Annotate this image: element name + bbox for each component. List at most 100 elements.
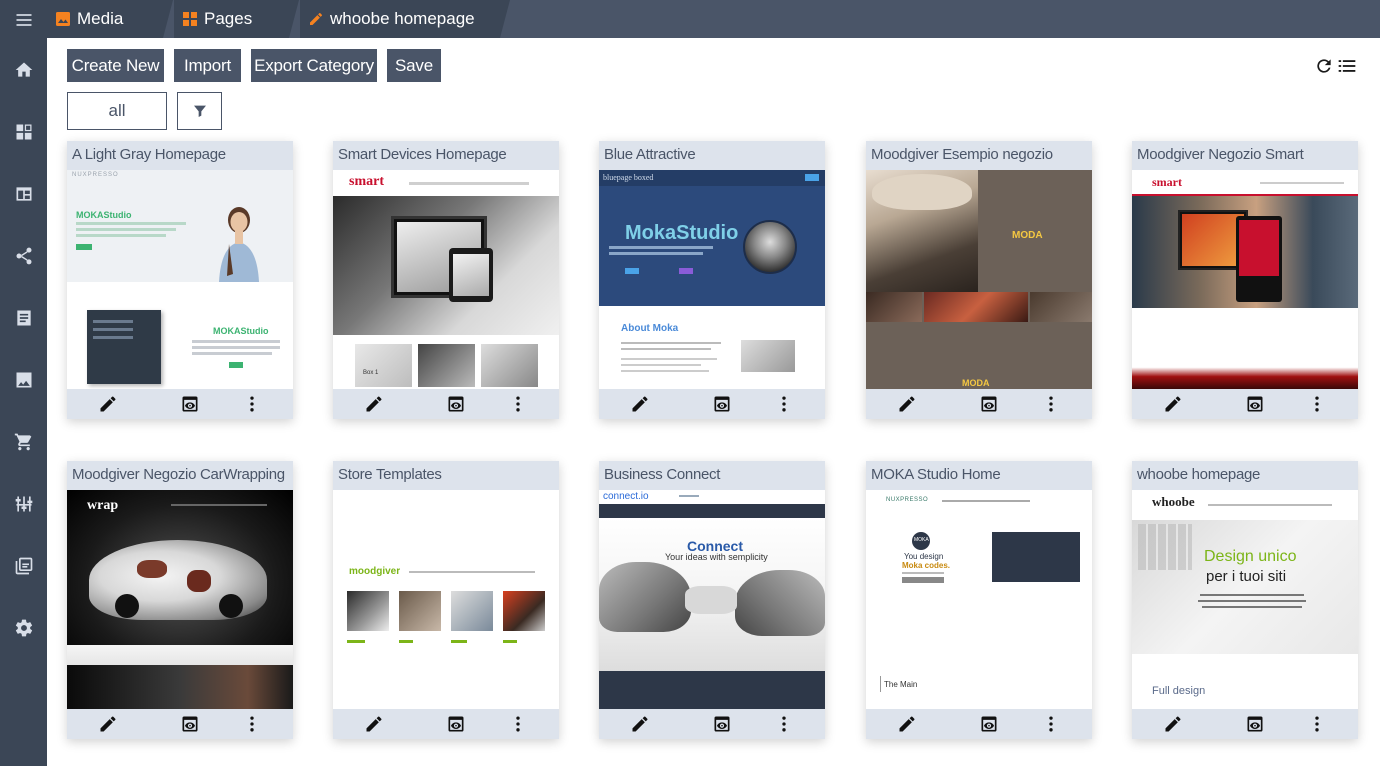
preview-icon[interactable]: [446, 394, 466, 414]
card-thumbnail[interactable]: smart: [1132, 170, 1358, 389]
more-vert-icon[interactable]: [508, 714, 528, 734]
share-icon[interactable]: [0, 236, 47, 276]
preview-icon[interactable]: [712, 714, 732, 734]
card-thumbnail[interactable]: moodgiver: [333, 490, 559, 709]
template-card[interactable]: Business Connect connect.io Connect Your…: [599, 461, 825, 739]
card-actions: [67, 389, 293, 419]
thumb-logo: bluepage boxed: [603, 173, 654, 182]
card-title: Store Templates: [333, 461, 559, 490]
image-icon[interactable]: [0, 360, 47, 400]
thumb-product: [451, 591, 493, 631]
thumb-logo: whoobe: [1152, 494, 1195, 509]
template-card[interactable]: Blue Attractive bluepage boxed MokaStudi…: [599, 141, 825, 419]
cart-icon[interactable]: [0, 422, 47, 462]
thumb-product: [355, 344, 412, 387]
refresh-icon[interactable]: [1314, 56, 1334, 76]
card-thumbnail[interactable]: wrap: [67, 490, 293, 709]
template-card[interactable]: Smart Devices Homepage smart Box 1: [333, 141, 559, 419]
preview-icon[interactable]: [979, 714, 999, 734]
thumb-text-line: [902, 572, 944, 574]
layout-icon[interactable]: [0, 174, 47, 214]
article-icon[interactable]: [0, 298, 47, 338]
preview-icon[interactable]: [1245, 394, 1265, 414]
more-vert-icon[interactable]: [242, 394, 262, 414]
import-button[interactable]: Import: [174, 49, 241, 82]
library-icon[interactable]: [0, 546, 47, 586]
thumb-nav: [171, 504, 267, 506]
preview-icon[interactable]: [1245, 714, 1265, 734]
card-thumbnail[interactable]: smart Box 1: [333, 170, 559, 389]
thumb-heading: Design unico: [1204, 548, 1297, 565]
thumb-text-line: [76, 228, 176, 231]
thumb-button: [805, 174, 819, 181]
template-card[interactable]: Moodgiver Negozio CarWrapping wrap: [67, 461, 293, 739]
more-vert-icon[interactable]: [1307, 394, 1327, 414]
edit-icon[interactable]: [630, 714, 650, 734]
template-card[interactable]: Store Templates moodgiver: [333, 461, 559, 739]
card-actions: [866, 389, 1092, 419]
thumb-divider: [880, 676, 881, 692]
preview-icon[interactable]: [180, 714, 200, 734]
edit-icon[interactable]: [897, 714, 917, 734]
menu-icon[interactable]: [0, 0, 47, 40]
edit-icon[interactable]: [98, 394, 118, 414]
more-vert-icon[interactable]: [508, 394, 528, 414]
preview-icon[interactable]: [446, 714, 466, 734]
more-vert-icon[interactable]: [1041, 714, 1061, 734]
card-thumbnail[interactable]: NUXPRESSO MOKA You design Moka codes. Th…: [866, 490, 1092, 709]
thumb-product: [399, 591, 441, 631]
more-vert-icon[interactable]: [774, 714, 794, 734]
edit-icon[interactable]: [897, 394, 917, 414]
tab-media[interactable]: Media: [47, 0, 173, 38]
thumb-label: [399, 640, 413, 643]
thumb-text-line: [76, 234, 166, 237]
card-thumbnail[interactable]: bluepage boxed MokaStudio About Moka: [599, 170, 825, 389]
card-actions: [1132, 709, 1358, 739]
thumb-puzzle: [685, 586, 737, 614]
settings-icon[interactable]: [0, 608, 47, 648]
save-button[interactable]: Save: [387, 49, 441, 82]
thumb-text-line: [192, 340, 280, 343]
more-vert-icon[interactable]: [774, 394, 794, 414]
edit-icon[interactable]: [364, 394, 384, 414]
edit-icon[interactable]: [364, 714, 384, 734]
export-category-button[interactable]: Export Category: [251, 49, 377, 82]
home-icon[interactable]: [0, 50, 47, 90]
card-thumbnail[interactable]: whoobe Design unico per i tuoi siti Full…: [1132, 490, 1358, 709]
preview-icon[interactable]: [979, 394, 999, 414]
card-title: Moodgiver Negozio Smart: [1132, 141, 1358, 170]
preview-icon[interactable]: [180, 394, 200, 414]
more-vert-icon[interactable]: [242, 714, 262, 734]
template-card[interactable]: Moodgiver Negozio Smart smart: [1132, 141, 1358, 419]
sliders-icon[interactable]: [0, 484, 47, 524]
edit-icon[interactable]: [630, 394, 650, 414]
card-thumbnail[interactable]: NUXPRESSO MOKAStudio MOKAStudio: [67, 170, 293, 389]
tab-pages[interactable]: Pages: [174, 0, 299, 38]
template-card[interactable]: MOKA Studio Home NUXPRESSO MOKA You desi…: [866, 461, 1092, 739]
thumb-nav: [679, 495, 699, 497]
card-title: MOKA Studio Home: [866, 461, 1092, 490]
category-filter-input[interactable]: [67, 92, 167, 130]
thumb-text-line: [621, 348, 711, 350]
template-card[interactable]: Moodgiver Esempio negozio MODA MODA: [866, 141, 1092, 419]
card-thumbnail[interactable]: connect.io Connect Your ideas with sempl…: [599, 490, 825, 709]
tab-label: Pages: [204, 9, 253, 28]
tab-whoobe-homepage[interactable]: whoobe homepage: [300, 0, 510, 38]
edit-icon[interactable]: [98, 714, 118, 734]
edit-icon[interactable]: [1163, 714, 1183, 734]
dashboard-icon[interactable]: [0, 112, 47, 152]
card-thumbnail[interactable]: MODA MODA: [866, 170, 1092, 389]
thumb-text-line: [192, 352, 272, 355]
edit-icon[interactable]: [1163, 394, 1183, 414]
template-card[interactable]: A Light Gray Homepage NUXPRESSO MOKAStud…: [67, 141, 293, 419]
card-title: A Light Gray Homepage: [67, 141, 293, 170]
template-card[interactable]: whoobe homepage whoobe Design unico per …: [1132, 461, 1358, 739]
more-vert-icon[interactable]: [1041, 394, 1061, 414]
thumb-heading: You design: [904, 552, 944, 561]
preview-icon[interactable]: [712, 394, 732, 414]
filter-button[interactable]: [177, 92, 222, 130]
create-new-button[interactable]: Create New: [67, 49, 164, 82]
thumb-heading: MOKAStudio: [213, 326, 269, 336]
more-vert-icon[interactable]: [1307, 714, 1327, 734]
list-view-icon[interactable]: [1337, 56, 1357, 76]
